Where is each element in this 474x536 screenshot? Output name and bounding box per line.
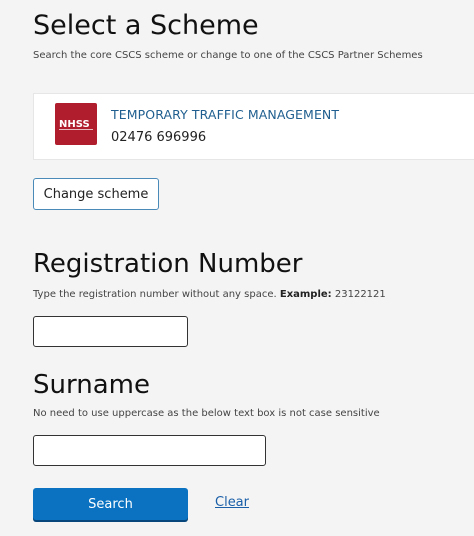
registration-example-label: Example: <box>279 289 332 300</box>
registration-number-input[interactable] <box>33 316 188 347</box>
surname-heading: Surname <box>33 370 150 400</box>
scheme-phone: 02476 696996 <box>111 130 207 145</box>
nhss-logo-mark: NHSS <box>59 119 93 130</box>
page-title: Select a Scheme <box>33 10 259 41</box>
scheme-name: TEMPORARY TRAFFIC MANAGEMENT <box>111 107 340 122</box>
selected-scheme-card: NHSS TEMPORARY TRAFFIC MANAGEMENT 02476 … <box>33 93 474 160</box>
registration-hint-text: Type the registration number without any… <box>33 289 280 300</box>
registration-hint: Type the registration number without any… <box>33 289 386 300</box>
logo-text: NHSS <box>59 119 90 130</box>
change-scheme-button[interactable]: Change scheme <box>33 178 159 210</box>
surname-input[interactable] <box>33 435 266 466</box>
clear-link[interactable]: Clear <box>215 495 249 510</box>
nhss-logo-icon: NHSS <box>55 103 97 145</box>
surname-hint: No need to use uppercase as the below te… <box>33 408 380 419</box>
registration-heading: Registration Number <box>33 249 303 279</box>
search-button[interactable]: Search <box>33 488 188 520</box>
registration-example-value: 23122121 <box>331 289 386 300</box>
page-subtitle: Search the core CSCS scheme or change to… <box>33 50 423 61</box>
